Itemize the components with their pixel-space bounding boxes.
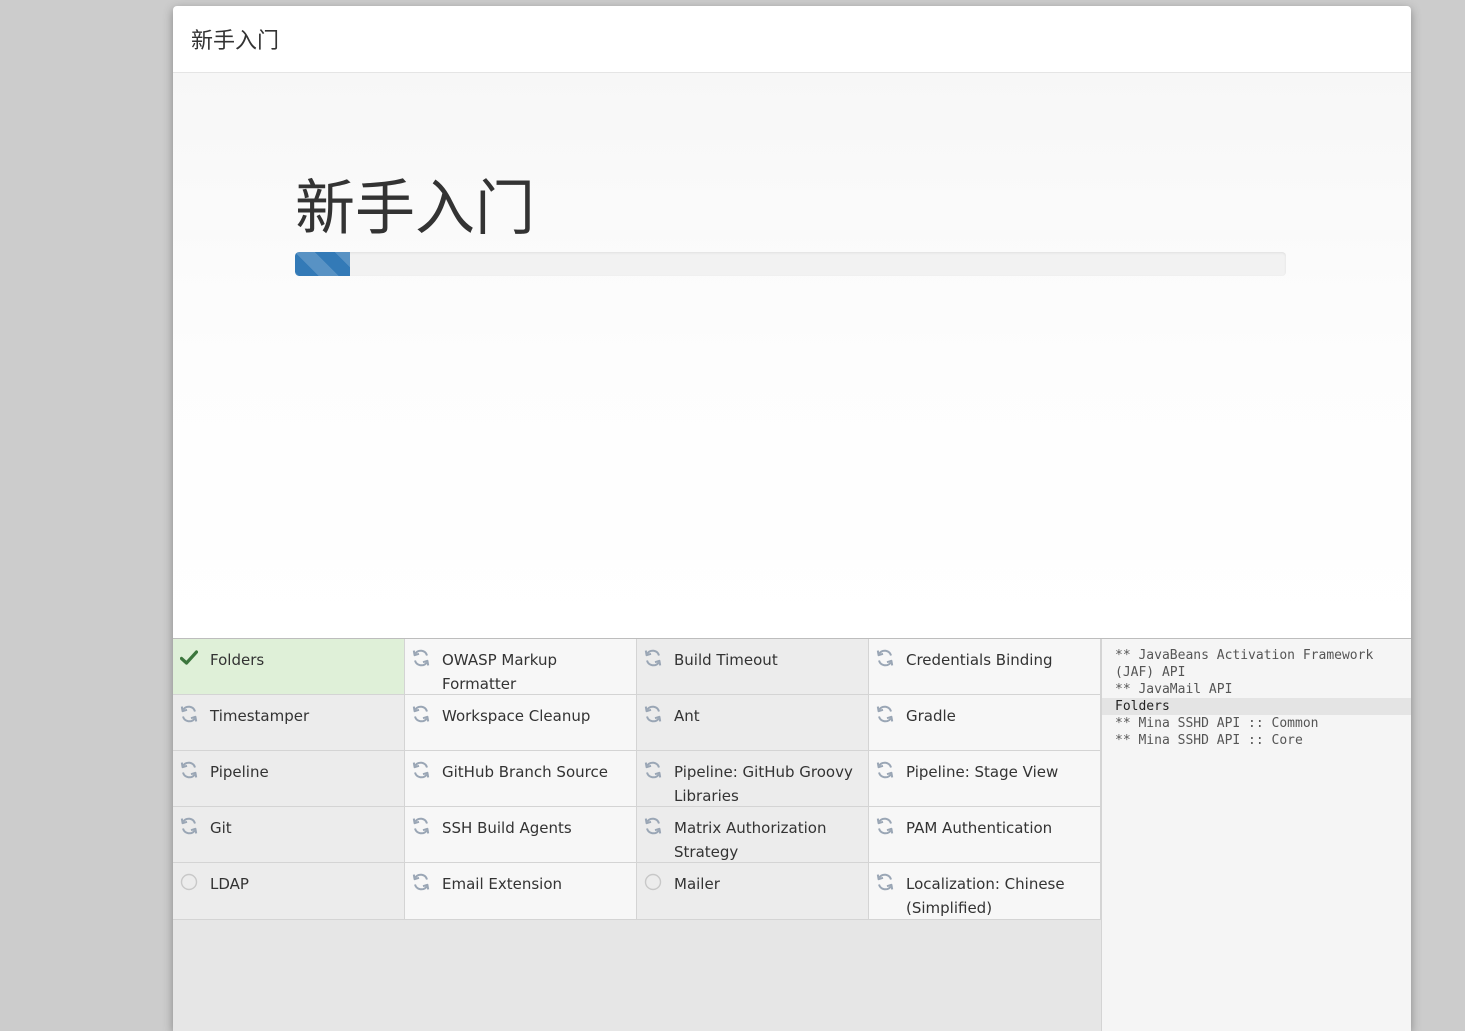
refresh-icon: [411, 648, 431, 668]
plugin-name: Pipeline: [210, 763, 269, 781]
log-line: ** JavaMail API: [1115, 682, 1233, 697]
plugin-name: OWASP Markup Formatter: [442, 651, 557, 693]
plugin-item[interactable]: Matrix Authorization Strategy: [637, 807, 869, 863]
plugin-name: Build Timeout: [674, 651, 778, 669]
plugin-item[interactable]: Pipeline: [173, 751, 405, 807]
plugin-name: Localization: Chinese (Simplified): [906, 875, 1065, 917]
plugin-item[interactable]: Pipeline: GitHub Groovy Libraries: [637, 751, 869, 807]
refresh-icon: [643, 760, 663, 780]
plugin-name: Gradle: [906, 707, 956, 725]
plugin-name: Pipeline: Stage View: [906, 763, 1059, 781]
page-title: 新手入门: [295, 174, 535, 244]
circle-icon: [643, 872, 663, 892]
plugin-item[interactable]: Credentials Binding: [869, 639, 1101, 695]
check-icon: [179, 648, 199, 668]
plugin-item[interactable]: Folders: [173, 639, 405, 695]
plugin-name: Folders: [210, 651, 265, 669]
refresh-icon: [411, 816, 431, 836]
refresh-icon: [643, 816, 663, 836]
plugin-item[interactable]: Ant: [637, 695, 869, 751]
plugin-name: Email Extension: [442, 875, 563, 893]
install-area: Folders OWASP Markup Formatter Build Timeo…: [173, 638, 1411, 1031]
plugin-name: Matrix Authorization Strategy: [674, 819, 827, 861]
plugin-item[interactable]: Email Extension: [405, 863, 637, 920]
refresh-icon: [179, 816, 199, 836]
plugin-name: GitHub Branch Source: [442, 763, 608, 781]
refresh-icon: [875, 816, 895, 836]
log-line: ** JavaBeans Activation Framework (JAF) …: [1115, 648, 1382, 680]
plugin-list: Folders OWASP Markup Formatter Build Timeo…: [173, 639, 1101, 920]
plugin-name: Git: [210, 819, 232, 837]
dialog-title: 新手入门: [191, 29, 280, 54]
refresh-icon: [411, 704, 431, 724]
plugin-name: Mailer: [674, 875, 720, 893]
plugin-name: Credentials Binding: [906, 651, 1053, 669]
plugin-name: SSH Build Agents: [442, 819, 572, 837]
hero-panel: 新手入门: [173, 73, 1411, 638]
log-line-current: Folders: [1102, 698, 1411, 715]
plugin-item[interactable]: Workspace Cleanup: [405, 695, 637, 751]
refresh-icon: [411, 760, 431, 780]
plugin-item[interactable]: GitHub Branch Source: [405, 751, 637, 807]
log-line: ** Mina SSHD API :: Common: [1115, 716, 1319, 731]
plugin-name: Pipeline: GitHub Groovy Libraries: [674, 763, 853, 805]
plugin-item[interactable]: Gradle: [869, 695, 1101, 751]
refresh-icon: [179, 704, 199, 724]
plugin-item[interactable]: Pipeline: Stage View: [869, 751, 1101, 807]
plugin-item[interactable]: Localization: Chinese (Simplified): [869, 863, 1101, 920]
plugin-item[interactable]: PAM Authentication: [869, 807, 1101, 863]
dialog-header: 新手入门: [173, 6, 1411, 73]
refresh-icon: [875, 704, 895, 724]
refresh-icon: [875, 760, 895, 780]
plugin-name: Timestamper: [210, 707, 310, 725]
plugin-item[interactable]: Build Timeout: [637, 639, 869, 695]
refresh-icon: [875, 872, 895, 892]
plugin-item[interactable]: Git: [173, 807, 405, 863]
refresh-icon: [411, 872, 431, 892]
circle-icon: [179, 872, 199, 892]
plugin-item[interactable]: LDAP: [173, 863, 405, 920]
plugin-item[interactable]: Mailer: [637, 863, 869, 920]
refresh-icon: [875, 648, 895, 668]
log-line: ** Mina SSHD API :: Core: [1115, 733, 1303, 748]
install-progress-bar: [295, 252, 351, 276]
refresh-icon: [179, 760, 199, 780]
refresh-icon: [643, 648, 663, 668]
plugin-name: Workspace Cleanup: [442, 707, 591, 725]
plugin-name: Ant: [674, 707, 700, 725]
refresh-icon: [643, 704, 663, 724]
install-progress: [295, 252, 1286, 276]
plugin-item[interactable]: Timestamper: [173, 695, 405, 751]
plugin-item[interactable]: OWASP Markup Formatter: [405, 639, 637, 695]
plugin-name: LDAP: [210, 875, 249, 893]
setup-dialog: 新手入门 新手入门 Folders OWASP Markup Formatter B…: [173, 6, 1411, 1031]
install-log[interactable]: ** JavaBeans Activation Framework (JAF) …: [1101, 639, 1411, 1031]
plugin-item[interactable]: SSH Build Agents: [405, 807, 637, 863]
plugin-name: PAM Authentication: [906, 819, 1053, 837]
